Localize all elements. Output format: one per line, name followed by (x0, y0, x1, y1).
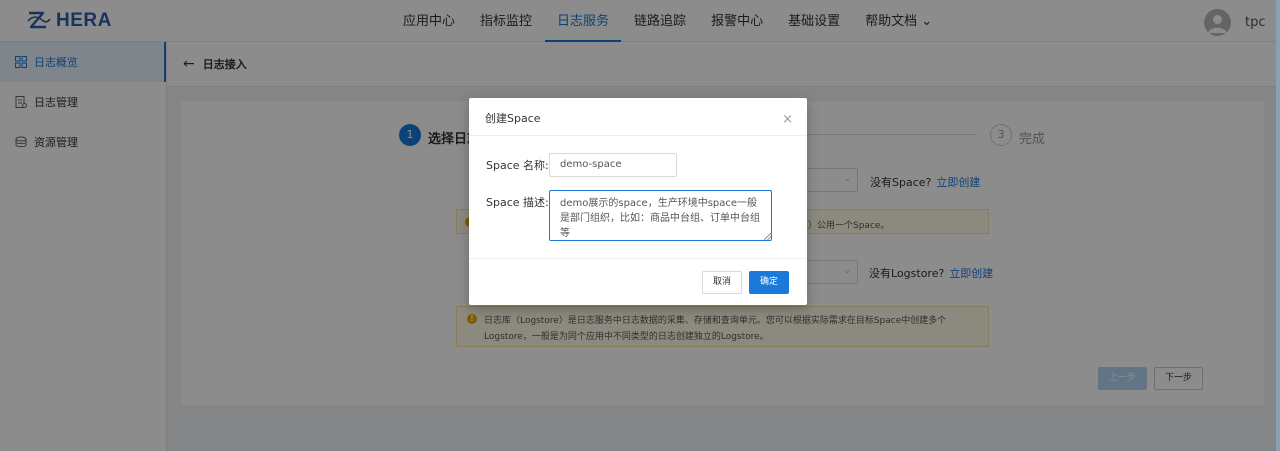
resize-handle-icon[interactable] (764, 233, 771, 240)
space-name-label: Space 名称: (486, 159, 549, 172)
create-space-dialog: 创建Space × Space 名称: demo-space Space 描述:… (469, 98, 807, 305)
space-name-input[interactable]: demo-space (549, 153, 677, 177)
dialog-footer: 取消 确定 (469, 258, 807, 305)
dialog-header: 创建Space × (469, 98, 807, 136)
space-desc-label: Space 描述: (486, 196, 549, 209)
space-desc-textarea[interactable]: demo展示的space，生产环境中space一般是部门组织，比如：商品中台组、… (549, 190, 772, 241)
close-icon[interactable]: × (782, 112, 793, 127)
confirm-button[interactable]: 确定 (749, 271, 789, 294)
window-edge (1276, 0, 1280, 451)
cancel-button[interactable]: 取消 (702, 271, 742, 294)
dialog-title: 创建Space (485, 112, 541, 125)
